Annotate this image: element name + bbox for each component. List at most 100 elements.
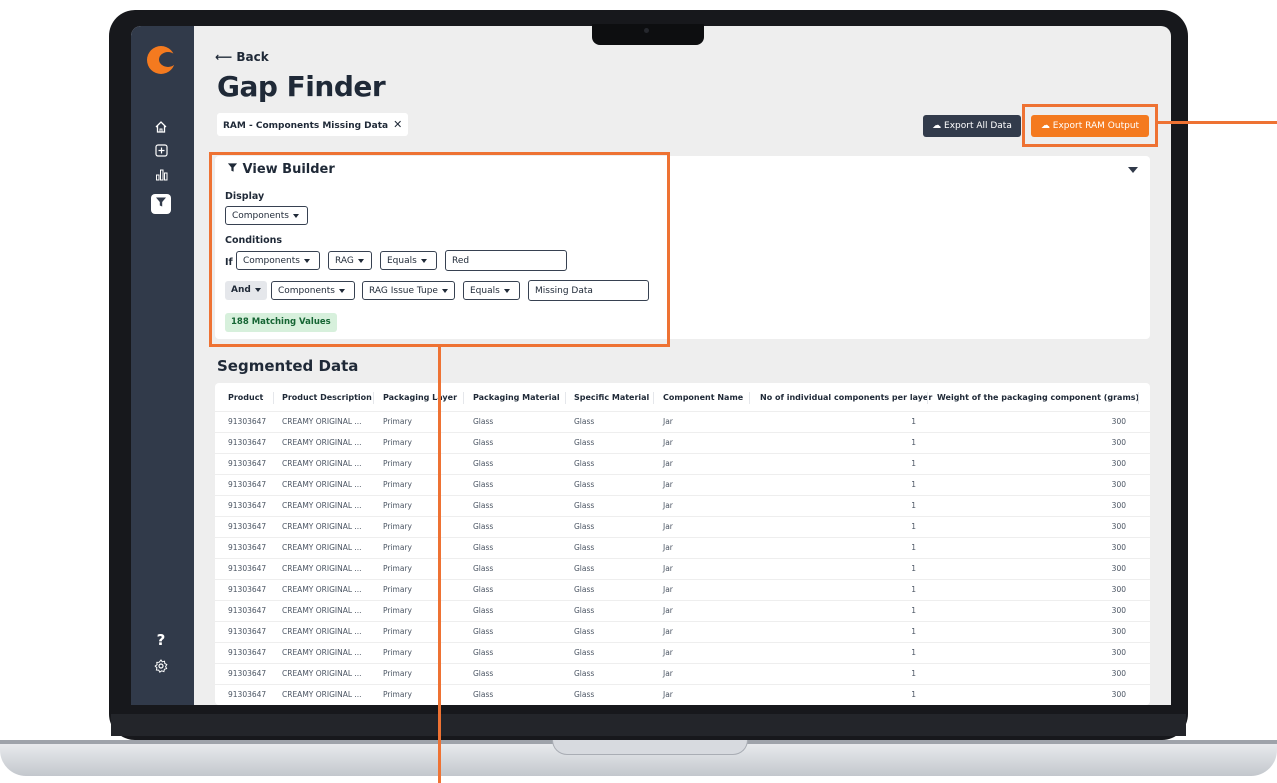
table-cell: Glass — [473, 690, 494, 699]
column-header[interactable]: No of individual components per layer — [760, 393, 932, 402]
table-cell: Primary — [383, 669, 412, 678]
table-row[interactable]: 91303647 CREAMY ORIGINAL ... Primary Glass G… — [215, 453, 1150, 475]
table-cell: Jar — [663, 564, 673, 573]
add-icon[interactable] — [151, 143, 171, 163]
table-cell: CREAMY ORIGINAL ... — [282, 627, 362, 636]
home-icon[interactable] — [151, 120, 171, 140]
table-cell: 1 — [911, 690, 916, 699]
table-cell: Glass — [473, 606, 494, 615]
column-divider[interactable] — [653, 392, 654, 404]
table-cell: Glass — [473, 627, 494, 636]
table-cell: Glass — [473, 669, 494, 678]
column-header[interactable]: Product Description — [282, 393, 372, 402]
table-row[interactable]: 91303647 CREAMY ORIGINAL ... Primary Glass G… — [215, 642, 1150, 664]
column-divider[interactable] — [273, 392, 274, 404]
callout-line-down — [438, 344, 441, 783]
table-cell: Jar — [663, 543, 673, 552]
table-cell: 91303647 — [228, 417, 267, 426]
help-icon[interactable]: ? — [151, 630, 171, 650]
table-cell: Glass — [574, 606, 595, 615]
column-header[interactable]: Weight of the packaging component (grams… — [937, 393, 1139, 402]
column-header[interactable]: Product — [228, 393, 263, 402]
table-cell: Glass — [473, 417, 494, 426]
table-cell: Glass — [574, 564, 595, 573]
column-divider[interactable] — [373, 392, 374, 404]
table-cell: CREAMY ORIGINAL ... — [282, 522, 362, 531]
table-cell: Jar — [663, 480, 673, 489]
table-cell: 1 — [911, 543, 916, 552]
table-cell: Glass — [574, 648, 595, 657]
table-cell: 1 — [911, 648, 916, 657]
table-cell: Jar — [663, 501, 673, 510]
table-cell: Primary — [383, 627, 412, 636]
table-row[interactable]: 91303647 CREAMY ORIGINAL ... Primary Glass G… — [215, 516, 1150, 538]
table-cell: Jar — [663, 417, 673, 426]
cloud-upload-icon: ☁ — [932, 121, 942, 131]
table-cell: Glass — [574, 501, 595, 510]
table-row[interactable]: 91303647 CREAMY ORIGINAL ... Primary Glass G… — [215, 663, 1150, 685]
table-cell: Glass — [574, 669, 595, 678]
table-cell: 91303647 — [228, 501, 267, 510]
table-cell: 1 — [911, 606, 916, 615]
table-row[interactable]: 91303647 CREAMY ORIGINAL ... Primary Glass G… — [215, 600, 1150, 622]
sidebar: ? — [131, 26, 194, 705]
table-row[interactable]: 91303647 CREAMY ORIGINAL ... Primary Glass G… — [215, 474, 1150, 496]
table-cell: 91303647 — [228, 627, 267, 636]
column-header[interactable]: Packaging Layer — [383, 393, 457, 402]
table-cell: 1 — [911, 417, 916, 426]
table-cell: 1 — [911, 627, 916, 636]
table-cell: Glass — [473, 438, 494, 447]
table-cell: Primary — [383, 564, 412, 573]
table-cell: Glass — [473, 648, 494, 657]
segmented-data-table: Product Product Description Packaging La… — [215, 383, 1150, 705]
settings-icon[interactable] — [151, 659, 171, 679]
table-row[interactable]: 91303647 CREAMY ORIGINAL ... Primary Glass G… — [215, 411, 1150, 433]
table-cell: Primary — [383, 690, 412, 699]
segmented-data-title: Segmented Data — [217, 357, 359, 375]
table-cell: Jar — [663, 606, 673, 615]
column-divider[interactable] — [1138, 392, 1139, 404]
table-row[interactable]: 91303647 CREAMY ORIGINAL ... Primary Glass G… — [215, 558, 1150, 580]
table-cell: 1 — [911, 669, 916, 678]
table-cell: 91303647 — [228, 564, 267, 573]
column-divider[interactable] — [749, 392, 750, 404]
close-icon[interactable]: ✕ — [393, 118, 402, 131]
column-divider[interactable] — [463, 392, 464, 404]
table-cell: 1 — [911, 564, 916, 573]
filter-chip[interactable]: RAM - Components Missing Data ✕ — [217, 113, 409, 136]
table-row[interactable]: 91303647 CREAMY ORIGINAL ... Primary Glass G… — [215, 621, 1150, 643]
table-cell: CREAMY ORIGINAL ... — [282, 690, 362, 699]
table-cell: Glass — [473, 564, 494, 573]
table-cell: CREAMY ORIGINAL ... — [282, 480, 362, 489]
export-all-button[interactable]: ☁ Export All Data — [923, 115, 1021, 137]
column-header[interactable]: Packaging Material — [473, 393, 560, 402]
table-cell: Glass — [574, 480, 595, 489]
back-label: Back — [236, 50, 269, 64]
column-divider[interactable] — [927, 392, 928, 404]
table-row[interactable]: 91303647 CREAMY ORIGINAL ... Primary Glass G… — [215, 537, 1150, 559]
table-cell: 1 — [911, 585, 916, 594]
table-row[interactable]: 91303647 CREAMY ORIGINAL ... Primary Glass G… — [215, 684, 1150, 705]
arrow-left-icon: ⟵ — [215, 50, 233, 64]
table-cell: 91303647 — [228, 585, 267, 594]
chart-icon[interactable] — [151, 167, 171, 187]
collapse-caret-icon[interactable] — [1128, 167, 1138, 173]
table-row[interactable]: 91303647 CREAMY ORIGINAL ... Primary Glass G… — [215, 495, 1150, 517]
column-header[interactable]: Specific Material — [574, 393, 649, 402]
table-cell: CREAMY ORIGINAL ... — [282, 648, 362, 657]
page-title: Gap Finder — [217, 70, 386, 103]
table-row[interactable]: 91303647 CREAMY ORIGINAL ... Primary Glass G… — [215, 579, 1150, 601]
column-header[interactable]: Component Name — [663, 393, 743, 402]
back-link[interactable]: ⟵ Back — [215, 50, 269, 64]
column-divider[interactable] — [565, 392, 566, 404]
table-cell: Primary — [383, 648, 412, 657]
table-cell: 1 — [911, 459, 916, 468]
laptop-opening-groove — [552, 740, 748, 755]
table-cell: Primary — [383, 438, 412, 447]
filter-icon[interactable] — [151, 194, 171, 214]
camera-icon — [644, 28, 649, 33]
filter-chip-label: RAM - Components Missing Data — [223, 121, 389, 131]
table-row[interactable]: 91303647 CREAMY ORIGINAL ... Primary Glass G… — [215, 432, 1150, 454]
table-cell: Glass — [473, 543, 494, 552]
table-cell: 300 — [1111, 522, 1126, 531]
